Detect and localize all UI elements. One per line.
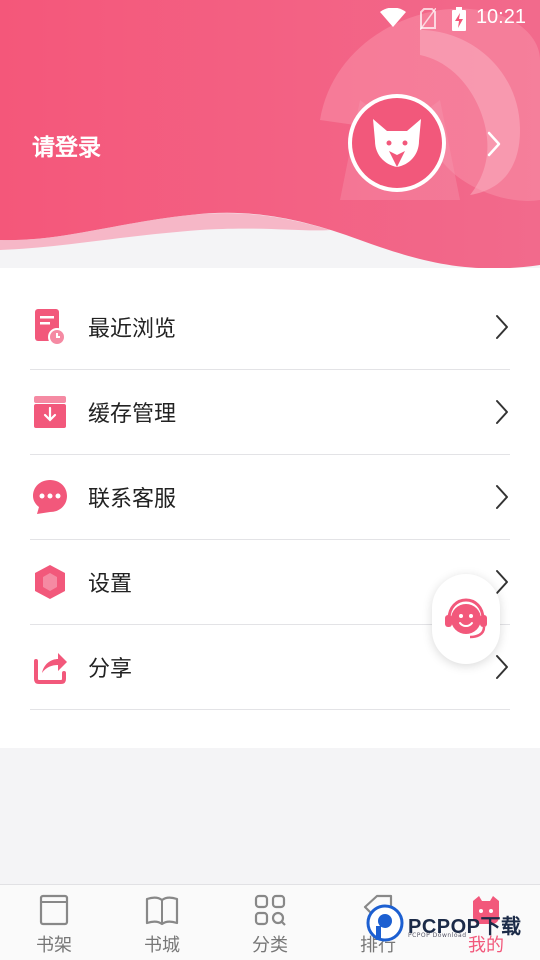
menu-item-label: 设置 — [88, 572, 133, 597]
menu-item-label: 分享 — [88, 657, 133, 682]
category-grid-icon — [254, 894, 286, 926]
settings-hexagon-icon — [30, 562, 70, 602]
menu-item-contact[interactable]: 联系客服 — [30, 455, 510, 540]
open-book-icon — [145, 896, 179, 926]
menu-item-recent[interactable]: 最近浏览 — [30, 285, 510, 370]
login-link[interactable]: 请登录 — [32, 128, 101, 162]
tab-label: 分类 — [252, 935, 288, 956]
no-sim-icon — [419, 7, 437, 34]
avatar[interactable] — [348, 94, 446, 192]
menu-item-label: 联系客服 — [88, 487, 177, 512]
recent-history-icon — [30, 307, 70, 347]
profile-header: 10:21 请登录 — [0, 0, 540, 300]
wifi-icon — [380, 7, 406, 32]
bookshelf-icon — [39, 894, 69, 926]
tab-label: 书架 — [36, 935, 72, 956]
menu-item-label: 最近浏览 — [88, 317, 177, 342]
fox-logo-icon — [373, 119, 421, 167]
watermark-logo-icon — [366, 904, 404, 942]
menu-item-label: 缓存管理 — [88, 402, 177, 427]
menu-item-cache[interactable]: 缓存管理 — [30, 370, 510, 455]
watermark-subtext: PCPOP Download — [408, 932, 467, 939]
status-time: 10:21 — [475, 6, 526, 28]
tab-category[interactable]: 分类 — [216, 885, 324, 960]
battery-charging-icon — [452, 7, 466, 35]
tab-bookstore[interactable]: 书城 — [108, 885, 216, 960]
profile-chevron-right-icon[interactable] — [486, 130, 502, 162]
chevron-right-icon — [494, 483, 510, 515]
chevron-right-icon — [494, 653, 510, 685]
chevron-right-icon — [494, 313, 510, 345]
cache-download-icon — [30, 392, 70, 432]
status-bar: 10:21 — [0, 0, 540, 36]
tab-label: 书城 — [144, 935, 180, 956]
tab-bookshelf[interactable]: 书架 — [0, 885, 108, 960]
share-icon — [30, 647, 70, 687]
headset-agent-icon — [445, 598, 487, 639]
menu-panel: 最近浏览 缓存管理 联系客服 设置 分享 — [0, 268, 540, 748]
chat-bubble-icon — [30, 477, 70, 517]
customer-service-button[interactable] — [432, 574, 500, 664]
watermark: PCPOP下载 PCPOP Download — [366, 904, 540, 944]
chevron-right-icon — [494, 398, 510, 430]
